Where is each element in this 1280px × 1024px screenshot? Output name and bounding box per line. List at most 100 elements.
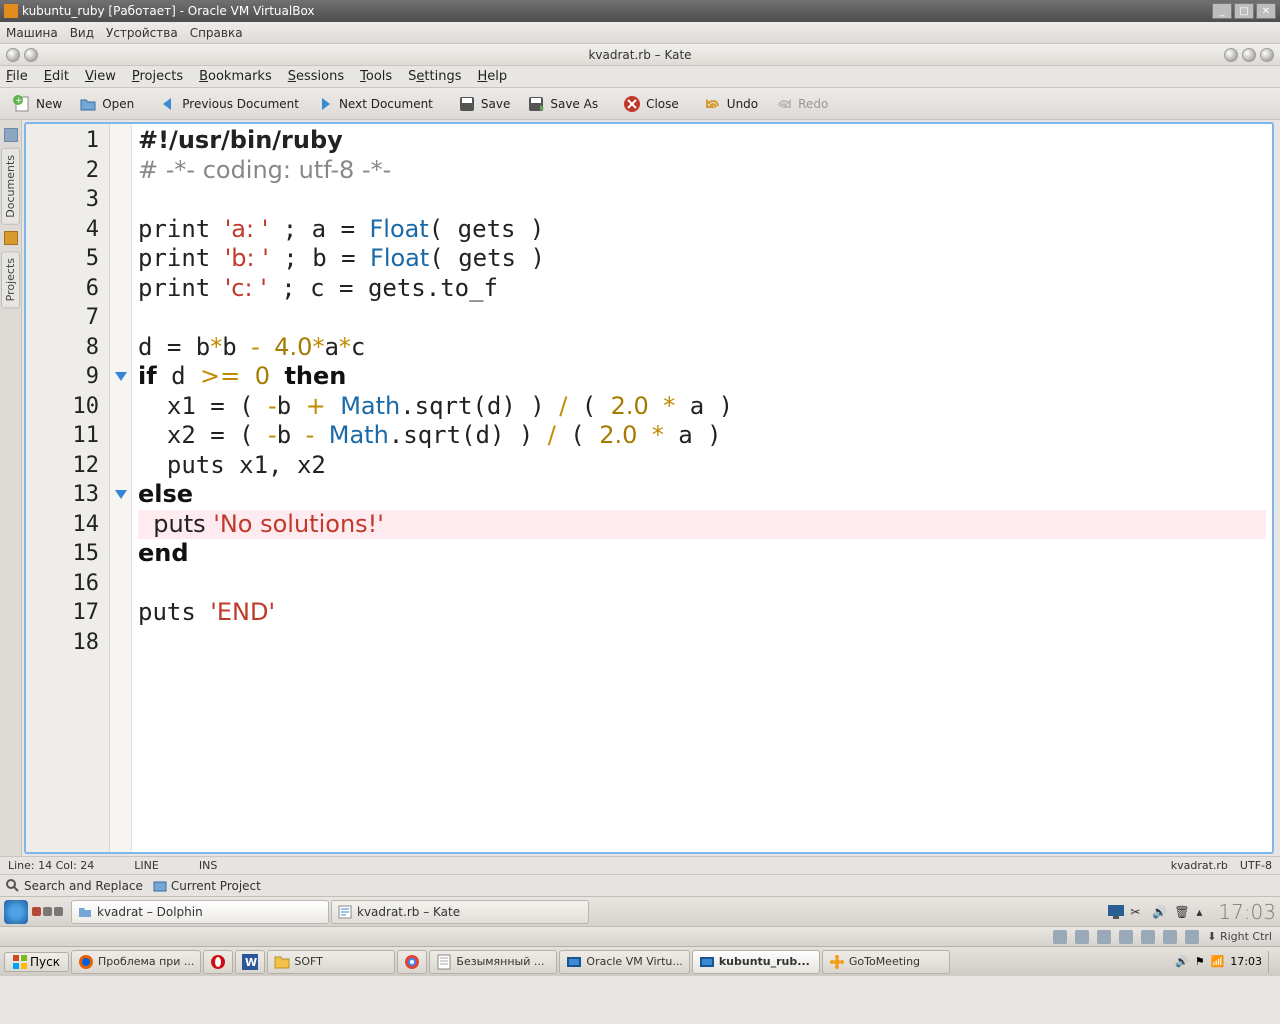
menu-file[interactable]: File: [6, 69, 28, 84]
show-desktop[interactable]: [1268, 951, 1276, 973]
save-button[interactable]: Save: [451, 92, 516, 116]
line-mode[interactable]: LINE: [134, 859, 159, 872]
menu-settings[interactable]: Settings: [408, 69, 461, 84]
kde-task-dolphin[interactable]: kvadrat – Dolphin: [71, 900, 329, 924]
win-task-6[interactable]: Oracle VM Virtu...: [559, 950, 689, 974]
svg-text:W: W: [245, 956, 257, 969]
kate-minimize-icon[interactable]: [1224, 48, 1238, 62]
virtualbox-icon: [4, 4, 18, 18]
status-encoding[interactable]: UTF-8: [1240, 859, 1272, 872]
vb-menu-devices[interactable]: Устройства: [106, 26, 178, 40]
vb-cd-icon[interactable]: [1075, 930, 1089, 944]
kde-clock[interactable]: 17:03: [1218, 900, 1276, 924]
code-content[interactable]: #!/usr/bin/ruby # -*- coding: utf-8 -*- …: [132, 124, 1272, 852]
virtualbox-menu-bar: Машина Вид Устройства Справка: [0, 22, 1280, 44]
win-task-3[interactable]: SOFT: [267, 950, 395, 974]
undo-icon: [703, 94, 723, 114]
kate-close-icon[interactable]: [1260, 48, 1274, 62]
new-button[interactable]: + New: [6, 92, 68, 116]
search-replace-button[interactable]: Search and Replace: [6, 879, 143, 893]
kde-start-button[interactable]: [4, 900, 28, 924]
windows-start-button[interactable]: Пуск: [4, 952, 69, 972]
win-task-0[interactable]: Проблема при ...: [71, 950, 201, 974]
save-as-button[interactable]: Save As: [520, 92, 604, 116]
menu-tools[interactable]: Tools: [360, 69, 392, 84]
kde-taskbar: kvadrat – Dolphin kvadrat.rb – Kate ✂ 🔊 …: [0, 896, 1280, 926]
maximize-button[interactable]: □: [1234, 3, 1254, 19]
kate-app-menu-icon[interactable]: [6, 48, 20, 62]
menu-bookmarks[interactable]: Bookmarks: [199, 69, 272, 84]
vb-display-icon[interactable]: [1163, 930, 1177, 944]
minimize-button[interactable]: _: [1212, 3, 1232, 19]
side-tab-projects[interactable]: Projects: [1, 251, 20, 308]
vb-hdd-icon[interactable]: [1053, 930, 1067, 944]
win-task-2[interactable]: W: [235, 950, 265, 974]
win-task-7[interactable]: kubuntu_rub...: [692, 950, 820, 974]
tray-icon[interactable]: 📶: [1211, 955, 1225, 968]
kate-status-bar: Line: 14 Col: 24 LINE INS kvadrat.rb UTF…: [0, 856, 1280, 874]
side-tab-documents[interactable]: Documents: [1, 148, 20, 225]
menu-view[interactable]: View: [85, 69, 116, 84]
svg-text:+: +: [15, 96, 23, 106]
next-doc-button[interactable]: Next Document: [309, 92, 439, 116]
close-button[interactable]: ✕: [1256, 3, 1276, 19]
vb-shared-icon[interactable]: [1141, 930, 1155, 944]
win-task-8[interactable]: GoToMeeting: [822, 950, 950, 974]
menu-help[interactable]: Help: [478, 69, 508, 84]
virtualbox-title-bar: kubuntu_ruby [Работает] - Oracle VM Virt…: [0, 0, 1280, 22]
vb-usb-icon[interactable]: [1119, 930, 1133, 944]
tray-icon[interactable]: ⚑: [1195, 955, 1205, 968]
side-panel-tabs: Documents Projects: [0, 120, 22, 856]
folder-icon: [274, 954, 290, 970]
kate-maximize-icon[interactable]: [1242, 48, 1256, 62]
kate-pin-icon[interactable]: [24, 48, 38, 62]
windows-clock[interactable]: 17:03: [1230, 955, 1262, 968]
cursor-position: Line: 14 Col: 24: [8, 859, 94, 872]
display-icon[interactable]: [1108, 905, 1122, 919]
win-task-4[interactable]: [397, 950, 427, 974]
kate-bottom-toolbar: Search and Replace Current Project: [0, 874, 1280, 896]
kate-title-text: kvadrat.rb – Kate: [588, 48, 691, 62]
vb-menu-view[interactable]: Вид: [70, 26, 94, 40]
kate-toolbar: + New Open Previous Document Next Docume…: [0, 88, 1280, 120]
close-doc-button[interactable]: Close: [616, 92, 685, 116]
redo-button[interactable]: Redo: [768, 92, 834, 116]
open-button[interactable]: Open: [72, 92, 140, 116]
vb-net-icon[interactable]: [1097, 930, 1111, 944]
kde-task-kate[interactable]: kvadrat.rb – Kate: [331, 900, 589, 924]
kde-pager[interactable]: [32, 907, 63, 916]
new-icon: +: [12, 94, 32, 114]
menu-projects[interactable]: Projects: [132, 69, 183, 84]
insert-mode[interactable]: INS: [199, 859, 217, 872]
prev-doc-button[interactable]: Previous Document: [152, 92, 305, 116]
open-icon: [78, 94, 98, 114]
menu-edit[interactable]: Edit: [44, 69, 69, 84]
menu-sessions[interactable]: Sessions: [288, 69, 344, 84]
updates-icon[interactable]: 🗑: [1174, 905, 1188, 919]
win-task-1[interactable]: [203, 950, 233, 974]
volume-icon[interactable]: 🔊: [1152, 905, 1166, 919]
clipboard-icon[interactable]: ✂: [1130, 905, 1144, 919]
win-task-5[interactable]: Безымянный ...: [429, 950, 557, 974]
projects-icon: [4, 231, 18, 245]
folder-icon: [78, 905, 92, 919]
chevron-up-icon[interactable]: ▴: [1196, 905, 1210, 919]
documents-icon: [4, 128, 18, 142]
project-icon: [153, 879, 167, 893]
fold-column: [110, 124, 132, 852]
vb-menu-machine[interactable]: Машина: [6, 26, 58, 40]
code-editor[interactable]: 123456789101112131415161718 #!/usr/bin/r…: [24, 122, 1274, 854]
vbox-icon: [699, 954, 715, 970]
kate-menu-bar: File Edit View Projects Bookmarks Sessio…: [0, 66, 1280, 88]
vbox-icon: [566, 954, 582, 970]
current-project-button[interactable]: Current Project: [153, 879, 261, 893]
arrow-left-icon: [158, 94, 178, 114]
undo-button[interactable]: Undo: [697, 92, 764, 116]
vb-menu-help[interactable]: Справка: [190, 26, 243, 40]
tray-icon[interactable]: 🔊: [1175, 955, 1189, 968]
kate-title-bar: kvadrat.rb – Kate: [0, 44, 1280, 66]
vb-mouse-icon[interactable]: [1185, 930, 1199, 944]
vb-hostkey: ⬇ Right Ctrl: [1207, 930, 1272, 943]
redo-icon: [774, 94, 794, 114]
flower-icon: [829, 954, 845, 970]
